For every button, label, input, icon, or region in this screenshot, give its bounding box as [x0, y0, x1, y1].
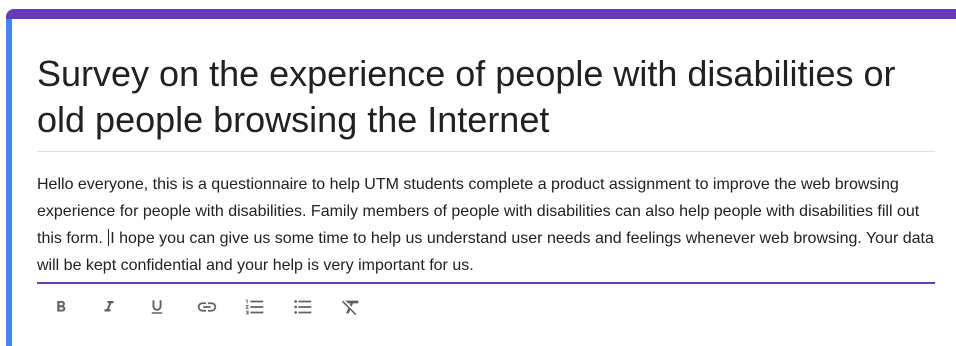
- form-header-card: Survey on the experience of people with …: [6, 9, 956, 346]
- form-title[interactable]: Survey on the experience of people with …: [37, 51, 935, 143]
- formatting-toolbar: [40, 289, 376, 325]
- underline-button[interactable]: [136, 289, 184, 325]
- numbered-list-button[interactable]: [232, 289, 280, 325]
- italic-icon: [104, 301, 114, 312]
- form-description-part2: I hope you can give us some time to help…: [37, 230, 934, 274]
- form-title-field[interactable]: Survey on the experience of people with …: [37, 51, 935, 152]
- bold-button[interactable]: [40, 289, 88, 325]
- bold-icon: [57, 301, 66, 312]
- bulleted-list-icon: [294, 300, 312, 314]
- italic-button[interactable]: [88, 289, 136, 325]
- theme-color-bar: [6, 9, 956, 19]
- link-button[interactable]: [184, 289, 232, 325]
- underline-icon: [151, 300, 163, 314]
- clear-formatting-button[interactable]: [328, 289, 376, 325]
- numbered-list-icon: [245, 299, 264, 315]
- link-icon: [197, 302, 217, 312]
- focus-indicator-bar: [6, 19, 12, 346]
- form-description[interactable]: Hello everyone, this is a questionnaire …: [37, 171, 935, 279]
- clear-formatting-icon: [341, 300, 359, 316]
- form-description-field[interactable]: Hello everyone, this is a questionnaire …: [37, 171, 935, 284]
- bulleted-list-button[interactable]: [280, 289, 328, 325]
